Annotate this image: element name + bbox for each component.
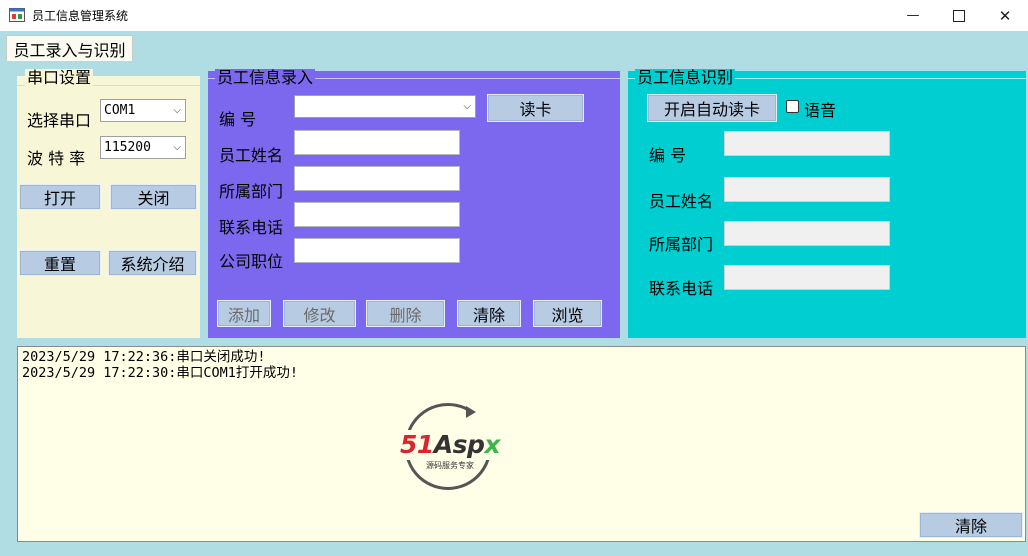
modify-button[interactable]: 修改 (283, 300, 356, 327)
employee-id-select[interactable]: ⌵ (294, 95, 476, 118)
open-port-button[interactable]: 打开 (19, 184, 101, 210)
chevron-down-icon: ⌵ (463, 100, 471, 112)
tab-strip (0, 31, 1028, 61)
recognized-dept-field (724, 221, 890, 246)
log-textbox[interactable]: 2023/5/29 17:22:36:串口关闭成功! 2023/5/29 17:… (17, 346, 1026, 542)
minimize-icon: — (906, 8, 920, 23)
position-input[interactable] (294, 238, 460, 263)
recognized-name-label: 员工姓名 (649, 192, 714, 211)
recognize-group-title: 员工信息识别 (635, 68, 736, 87)
baud-select[interactable]: 115200 ⌵ (100, 136, 186, 159)
watermark-tagline: 源码服务专家 (426, 461, 474, 470)
log-line: 2023/5/29 17:22:36:串口关闭成功! (22, 349, 266, 365)
app-icon (9, 8, 25, 22)
watermark-brand: 51Aspx (384, 430, 516, 460)
minimize-button[interactable]: — (890, 0, 936, 31)
port-label: 选择串口 (27, 111, 92, 130)
chevron-down-icon: ⌵ (173, 104, 181, 116)
close-icon: ✕ (998, 6, 1012, 25)
window-title: 员工信息管理系统 (32, 9, 129, 23)
recognized-phone-field (724, 265, 890, 290)
tab-entry-recognition[interactable]: 员工录入与识别 (6, 35, 133, 62)
phone-label: 联系电话 (219, 218, 284, 237)
position-label: 公司职位 (219, 252, 284, 271)
maximize-icon (953, 9, 965, 22)
log-line: 2023/5/29 17:22:30:串口COM1打开成功! (22, 365, 299, 381)
reset-button[interactable]: 重置 (19, 250, 101, 276)
recognized-name-field (724, 177, 890, 202)
voice-checkbox[interactable] (786, 100, 799, 113)
recognized-id-label: 编 号 (649, 146, 687, 165)
close-window-button[interactable]: ✕ (982, 0, 1028, 31)
recognized-phone-label: 联系电话 (649, 279, 714, 298)
clear-form-button[interactable]: 清除 (457, 300, 521, 327)
auto-read-button[interactable]: 开启自动读卡 (647, 94, 777, 122)
employee-name-input[interactable] (294, 130, 460, 155)
add-button[interactable]: 添加 (217, 300, 271, 327)
baud-value: 115200 (104, 140, 151, 155)
browse-button[interactable]: 浏览 (533, 300, 602, 327)
voice-label: 语音 (804, 101, 837, 120)
port-value: COM1 (104, 103, 136, 118)
recognized-id-field (724, 131, 890, 156)
baud-label: 波 特 率 (27, 149, 86, 168)
entry-group-title: 员工信息录入 (215, 68, 316, 87)
about-button[interactable]: 系统介绍 (108, 250, 197, 276)
employee-name-label: 员工姓名 (219, 146, 284, 165)
department-label: 所属部门 (219, 182, 284, 201)
maximize-button[interactable] (936, 0, 982, 31)
clear-log-button[interactable]: 清除 (919, 512, 1023, 538)
chevron-down-icon: ⌵ (173, 141, 181, 153)
serial-group-title: 串口设置 (25, 68, 94, 87)
port-select[interactable]: COM1 ⌵ (100, 99, 186, 122)
department-input[interactable] (294, 166, 460, 191)
watermark-logo: 51Aspx 源码服务专家 (384, 400, 516, 496)
delete-button[interactable]: 删除 (366, 300, 445, 327)
title-bar: 员工信息管理系统 — ✕ (0, 0, 1028, 31)
recognized-dept-label: 所属部门 (649, 235, 714, 254)
employee-id-label: 编 号 (219, 110, 257, 129)
read-card-button[interactable]: 读卡 (487, 94, 584, 122)
close-port-button[interactable]: 关闭 (110, 184, 197, 210)
phone-input[interactable] (294, 202, 460, 227)
